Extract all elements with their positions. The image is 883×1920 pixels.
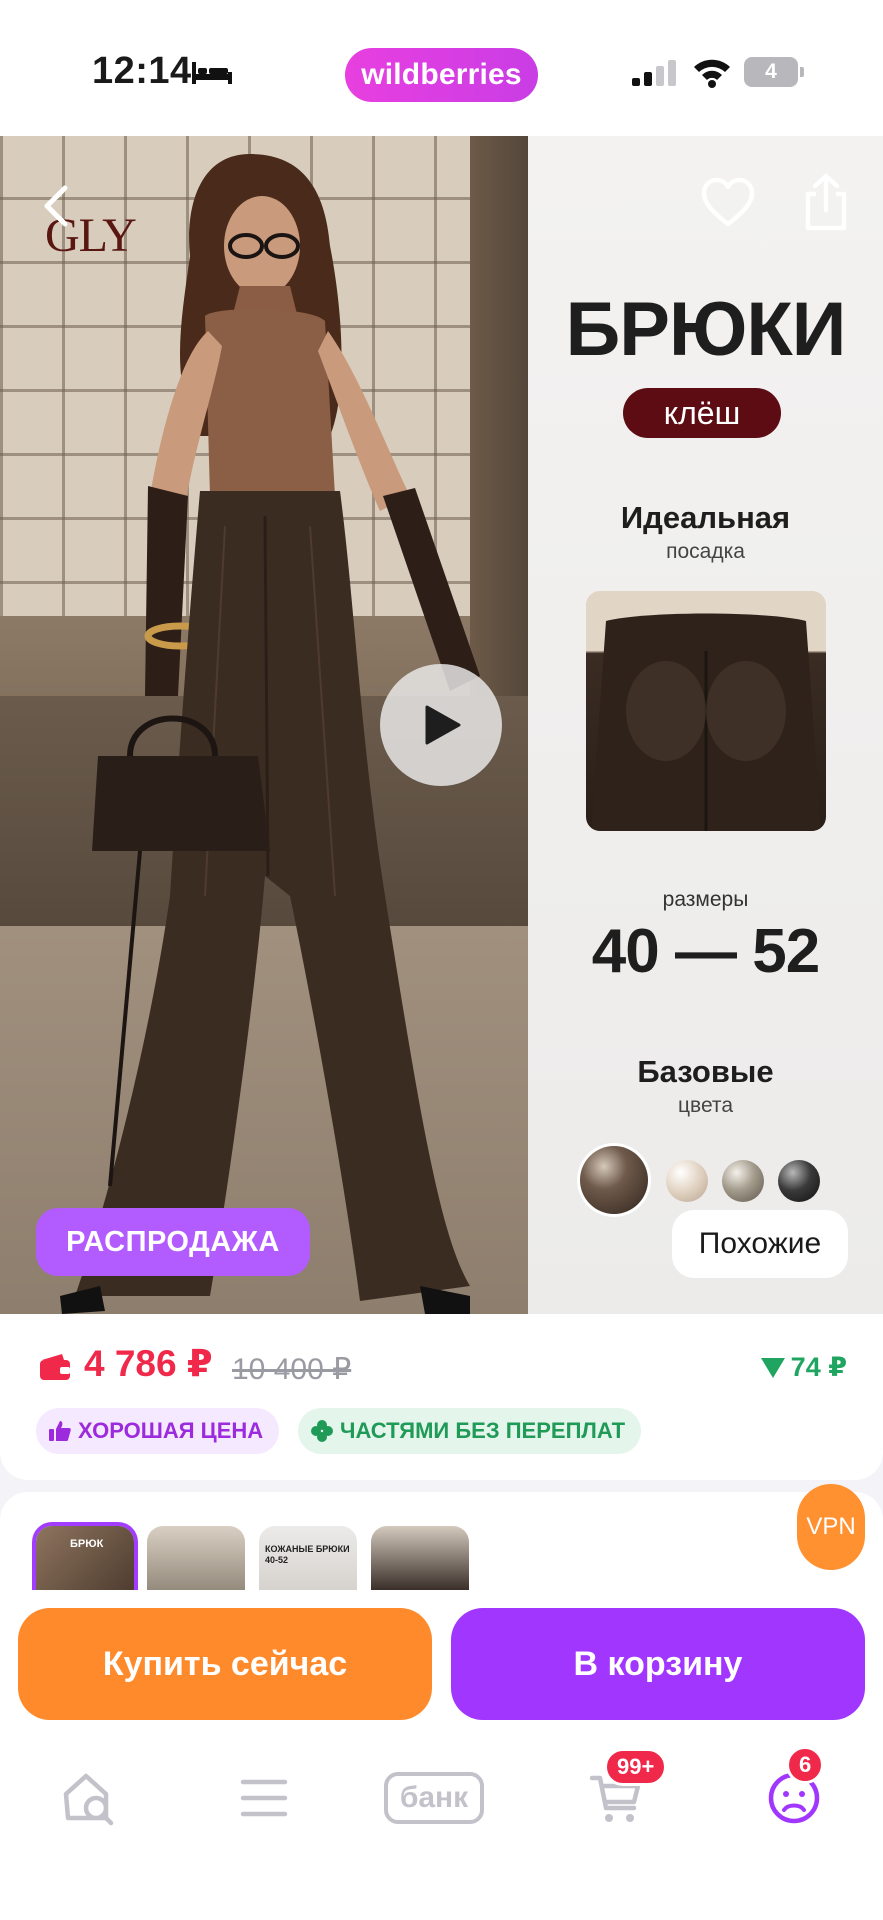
tab-catalog[interactable] [214,1758,314,1838]
promo-title: БРЮКИ [565,287,847,372]
back-button[interactable] [30,176,82,236]
profile-count-badge: 6 [786,1746,825,1784]
thumbs-up-icon [49,1421,71,1441]
share-icon [805,173,847,231]
installments-label: ЧАСТЯМИ БЕЗ ПЕРЕПЛАТ [340,1418,626,1443]
wifi-icon [694,59,730,88]
color-swatch-beige [666,1160,708,1202]
color-swatch-brown [580,1146,648,1214]
battery-level: 4 [744,57,798,87]
cashback-amount: 74 ₽ [790,1352,847,1382]
promo-fit-subtitle: посадка [666,540,745,563]
thumbnail-2[interactable] [147,1526,245,1596]
thumbnail-4[interactable] [371,1526,469,1596]
wallet-icon [40,1354,70,1380]
price-card: 4 786 ₽ 10 400 ₽ 74 ₽ ХОРОШАЯ ЦЕНА ЧАСТЯ… [0,1314,883,1480]
product-gallery[interactable]: GLY БРЮКИ клёш Идеальная посадка размеры… [0,136,883,1314]
bank-icon: банк [384,1772,484,1824]
tab-bank[interactable]: банк [384,1758,484,1838]
promo-fit-title: Идеальная [620,500,791,535]
menu-icon [240,1779,288,1817]
tab-bar: банк 99+ 6 [0,1728,883,1920]
tab-profile[interactable]: 6 [744,1746,844,1838]
thumbnail-3[interactable]: КОЖАНЫЕ БРЮКИ 40-52 [259,1526,357,1596]
color-swatch-grey [722,1160,764,1202]
thumbnail-1[interactable]: БРЮК [36,1526,134,1596]
detail-photo [586,591,826,831]
vpn-badge[interactable]: VPN [797,1484,865,1570]
add-to-cart-button[interactable]: В корзину [451,1608,865,1720]
current-price: 4 786 ₽ [84,1343,213,1384]
status-bar: 12:14 wildberries 4 [0,0,883,136]
status-time: 12:14 [92,50,192,92]
promo-sizes: 40 — 52 [591,917,820,986]
good-price-tag[interactable]: ХОРОШАЯ ЦЕНА [36,1408,280,1454]
thumbnail-3-text: КОЖАНЫЕ БРЮКИ 40-52 [265,1544,350,1565]
thumbnail-strip: БРЮК КОЖАНЫЕ БРЮКИ 40-52 [0,1492,883,1596]
sale-badge: РАСПРОДАЖА [36,1208,310,1276]
color-swatch-black [778,1160,820,1202]
clover-icon [311,1420,333,1442]
promo-panel: БРЮКИ клёш Идеальная посадка размеры 40 … [528,136,883,1314]
thumbnail-1-text: БРЮК [70,1538,104,1550]
product-screen: 12:14 wildberries 4 GLY БРЮКИ клёш Идеал… [0,0,883,1920]
home-search-icon [63,1773,114,1826]
play-icon [425,705,461,745]
buy-now-button[interactable]: Купить сейчас [18,1608,432,1720]
promo-sizes-label: размеры [662,888,749,911]
good-price-label: ХОРОШАЯ ЦЕНА [78,1418,264,1443]
cashback[interactable]: 74 ₽ [760,1352,847,1383]
play-video-button[interactable] [380,664,502,786]
sleep-icon [192,62,232,84]
promo-tag: клёш [623,388,781,438]
battery-icon: 4 [744,57,804,87]
price-drop-icon [760,1357,785,1378]
similar-button[interactable]: Похожие [672,1210,848,1278]
tab-home[interactable] [38,1758,138,1838]
promo-colors-title: Базовые [637,1054,774,1089]
cart-count-badge: 99+ [604,1748,668,1786]
signal-icon [632,60,676,86]
heart-icon [701,177,755,227]
action-bar: Купить сейчас В корзину [0,1590,883,1728]
brand-logo: wildberries [345,48,538,102]
installments-tag[interactable]: ЧАСТЯМИ БЕЗ ПЕРЕПЛАТ [298,1408,642,1454]
share-button[interactable] [798,172,854,232]
tab-cart[interactable]: 99+ [566,1748,668,1838]
favorite-button[interactable] [700,176,756,232]
old-price: 10 400 ₽ [232,1353,352,1386]
promo-colors-subtitle: цвета [678,1094,733,1117]
back-icon [44,185,68,227]
